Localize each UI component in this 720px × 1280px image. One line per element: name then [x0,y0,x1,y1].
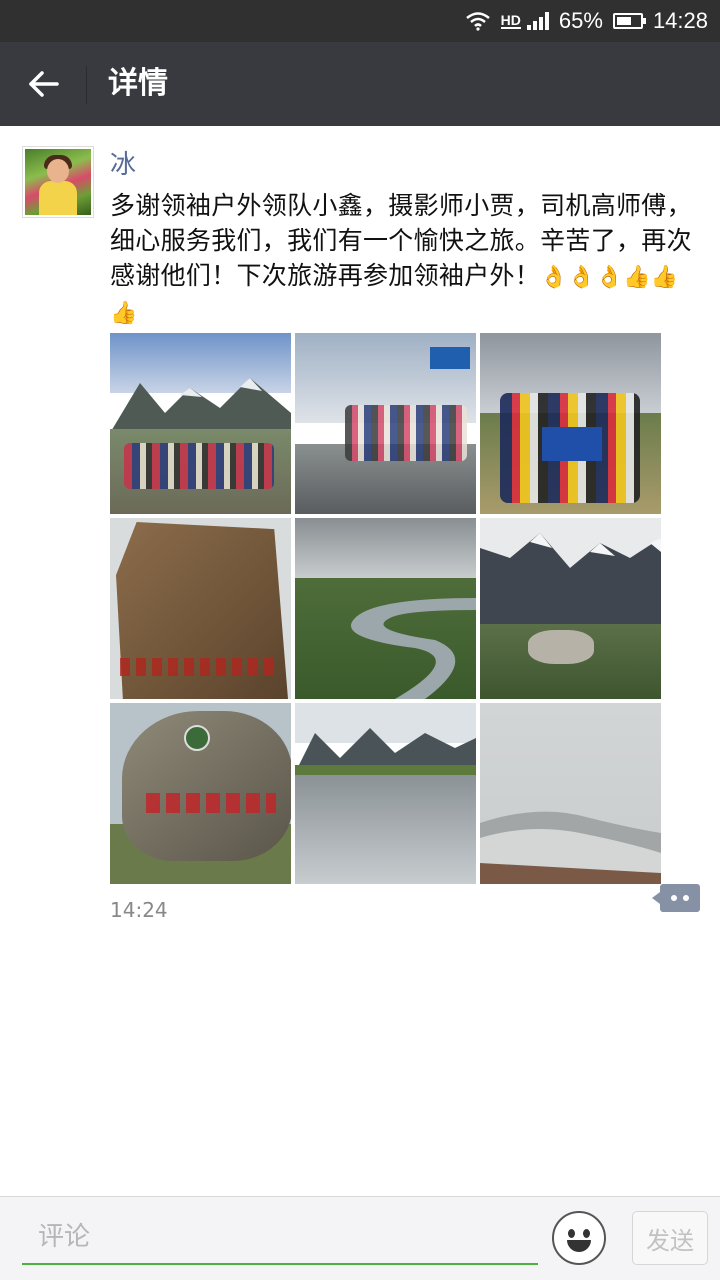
thumbs-up-emoji: 👍 [623,264,651,290]
post-text-block: 多谢领袖户外领队小鑫，摄影师小贾，司机高师傅，细心服务我们，我们有一个愉快之旅。… [110,188,700,331]
page-title: 详情 [108,66,168,101]
ok-hand-emoji: 👌 [595,264,624,290]
photo-grid [110,333,662,884]
back-button[interactable] [22,62,66,106]
battery-icon [612,13,646,29]
photo-stone-tablet[interactable] [110,518,291,699]
comment-input[interactable] [22,1211,538,1265]
thumbs-up-emoji: 👍 [110,301,138,326]
photo-red-inscribed-rock[interactable] [110,703,291,884]
status-bar: HD 65% 14:28 [0,0,720,42]
avatar[interactable] [22,146,94,218]
back-arrow-icon [29,71,59,97]
wifi-icon [465,12,490,31]
photo-group-banner[interactable] [480,333,661,514]
post-time: 14:24 [110,898,168,922]
emoji-button[interactable] [552,1211,606,1265]
send-button[interactable]: 发送 [632,1211,708,1265]
post-username[interactable]: 冰 [110,148,136,182]
photo-river-valley[interactable] [295,518,476,699]
comment-bar: 发送 [0,1196,720,1280]
photo-group-road-sign[interactable] [295,333,476,514]
photo-mountain-reflection[interactable] [295,703,476,884]
photo-snow-mountains-lake[interactable] [480,518,661,699]
ok-hand-emoji: 👌 [540,264,568,290]
photo-group-mountain-lake[interactable] [110,333,291,514]
hd-label: HD [500,12,521,29]
signal-icon [526,12,549,30]
ok-hand-emoji: 👌 [567,264,596,290]
clock: 14:28 [652,8,708,33]
photo-foggy-snow-slope[interactable] [480,703,661,884]
thumbs-up-emoji: 👍 [650,264,679,290]
app-header: 详情 [0,42,720,126]
comment-more-button[interactable] [652,884,700,912]
battery-percent: 65% [558,8,603,33]
header-divider [86,66,87,104]
